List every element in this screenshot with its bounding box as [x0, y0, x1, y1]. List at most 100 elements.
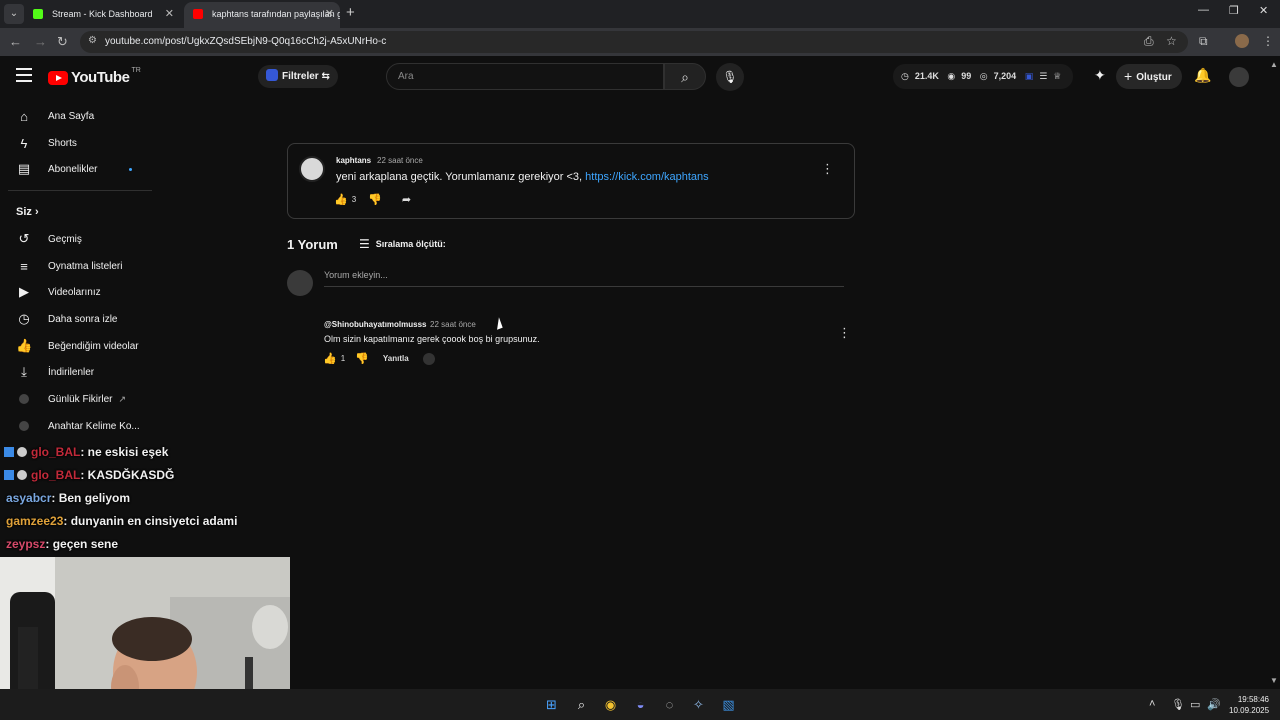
system-clock[interactable]: 19:58:46 10.09.2025: [1229, 694, 1269, 716]
windows-taskbar: ⊞ ⌕ ◉ ◒ ◌ ✧ ▧ ˄ 🎙 ▭ 🔊 19:58:46 10.09.202…: [0, 689, 1280, 720]
site-info-icon[interactable]: ⚙: [88, 35, 97, 46]
microphone-icon: 🎙: [722, 70, 738, 84]
comment-author[interactable]: @Shinobuhayatımolmusss: [324, 320, 426, 329]
bookmark-star-icon[interactable]: ☆: [1166, 34, 1177, 48]
tab-search-button[interactable]: ⌄: [4, 4, 24, 24]
add-comment-input[interactable]: Yorum ekleyin...: [324, 270, 844, 287]
voice-search-button[interactable]: 🎙: [716, 63, 744, 91]
sidebar-item-watch-later[interactable]: ◷ Daha sonra izle: [16, 309, 117, 329]
youtube-logo[interactable]: YouTube TR: [48, 67, 141, 86]
notifications-bell-icon[interactable]: 🔔: [1194, 67, 1211, 84]
post-author[interactable]: kaphtans: [336, 156, 371, 165]
sidebar-item-playlists[interactable]: ≡ Oynatma listeleri: [16, 256, 122, 276]
browser-toolbar: ← → ↻ ⚙ youtube.com/post/UgkxZQsdSEbjN9-…: [0, 28, 1280, 56]
sidebar-item-downloads[interactable]: ⤓ İndirilenler: [16, 362, 94, 382]
browser-menu-icon[interactable]: ⋮: [1262, 34, 1274, 48]
hamburger-menu-icon[interactable]: [16, 68, 32, 86]
creator-heart-icon[interactable]: [422, 352, 435, 365]
search-input[interactable]: Ara: [386, 63, 664, 90]
back-button[interactable]: ←: [9, 34, 22, 49]
channel-stats-widget[interactable]: ◷ 21.4K ◉ 99 ◎ 7,204 ▣ ☰ ♕: [893, 64, 1073, 89]
eye-icon: ◉: [947, 71, 956, 81]
window-close-button[interactable]: ✕: [1259, 4, 1268, 17]
sidebar-item-home[interactable]: ⌂ Ana Sayfa: [16, 106, 94, 126]
kick-favicon-icon: [33, 9, 43, 19]
filters-button[interactable]: Filtreler ⇆: [258, 65, 338, 88]
address-bar[interactable]: ⚙ youtube.com/post/UgkxZQsdSEbjN9-Q0q16c…: [80, 31, 1188, 53]
reply-button[interactable]: Yanıtla: [383, 354, 409, 363]
cast-icon[interactable]: ⎙: [1144, 34, 1154, 49]
photos-icon[interactable]: ▧: [720, 696, 737, 713]
trophy-icon[interactable]: ♕: [1053, 71, 1061, 81]
profile-avatar[interactable]: [1235, 34, 1249, 48]
sidebar-item-your-videos[interactable]: ▶ Videolarınız: [16, 282, 101, 302]
clock-date: 10.09.2025: [1229, 706, 1270, 715]
share-icon[interactable]: ➦: [402, 193, 411, 206]
sidebar-item-shorts[interactable]: ϟ Shorts: [16, 133, 77, 153]
chat-message: glo_BAL: ne eskisi eşek: [4, 445, 168, 459]
search-icon: ⌕: [681, 69, 689, 85]
youtube-play-icon: [48, 70, 68, 85]
sidebar-item-daily-ideas[interactable]: Günlük Fikirler ↗: [16, 389, 126, 409]
create-button[interactable]: + Oluştur: [1116, 64, 1182, 89]
more-actions-icon[interactable]: ⋮: [838, 325, 851, 341]
discord-icon[interactable]: ◒: [632, 696, 649, 713]
shorts-icon: ϟ: [20, 135, 28, 151]
restore-button[interactable]: ❐: [1229, 4, 1239, 17]
volume-icon[interactable]: 🔊: [1207, 698, 1221, 711]
chat-message: asyabcr: Ben geliyom: [6, 491, 131, 505]
kick-badge-icon: [4, 470, 14, 480]
minimize-button[interactable]: —: [1198, 4, 1209, 16]
plus-icon: +: [1124, 68, 1133, 84]
post-timestamp[interactable]: 22 saat önce: [377, 156, 423, 165]
tab-label: kaphtans tarafından paylaşılan gönderi: [212, 9, 340, 19]
extension-icon[interactable]: ▣: [1025, 71, 1034, 81]
account-avatar[interactable]: [1229, 67, 1249, 87]
like-icon[interactable]: 👍: [323, 352, 337, 365]
my-avatar: [287, 270, 313, 296]
badge-icon: [17, 447, 27, 457]
chrome-icon[interactable]: ◉: [602, 696, 619, 713]
dislike-icon[interactable]: 👎: [368, 193, 382, 206]
search-button[interactable]: ⌕: [664, 63, 706, 90]
tab-kick-dashboard[interactable]: Stream - Kick Dashboard ✕: [24, 2, 180, 28]
sidebar-item-history[interactable]: ↺ Geçmiş: [16, 229, 82, 249]
more-actions-icon[interactable]: ⋮: [821, 161, 834, 177]
chat-user: zeypsz: [6, 537, 46, 551]
tab-youtube-post[interactable]: kaphtans tarafından paylaşılan gönderi ✕: [184, 2, 340, 28]
scroll-down-arrow-icon[interactable]: ▼: [1270, 676, 1278, 685]
show-hidden-icons-icon[interactable]: ˄: [1149, 698, 1155, 710]
forward-button[interactable]: →: [34, 34, 47, 49]
comment-actions: 👍 1 👎 Yanıtla: [323, 352, 435, 365]
app-icon[interactable]: ✧: [690, 696, 707, 713]
sidebar-item-keyword-tool[interactable]: Anahtar Kelime Ko...: [16, 416, 140, 436]
new-content-dot: [129, 168, 132, 171]
tab-label: Stream - Kick Dashboard: [52, 9, 153, 19]
new-tab-button[interactable]: +: [346, 4, 355, 21]
scroll-up-arrow-icon[interactable]: ▲: [1270, 60, 1278, 69]
close-icon[interactable]: ✕: [325, 2, 334, 26]
views-icon: ◷: [901, 71, 909, 81]
premium-icon[interactable]: ✦: [1094, 67, 1106, 84]
clock-time: 19:58:46: [1237, 695, 1269, 704]
extensions-icon[interactable]: ⧉: [1199, 34, 1208, 49]
microphone-tray-icon[interactable]: 🎙: [1171, 698, 1185, 711]
list-icon[interactable]: ☰: [1039, 71, 1047, 81]
chat-user: glo_BAL: [31, 445, 81, 459]
network-icon[interactable]: ▭: [1190, 698, 1200, 711]
author-avatar[interactable]: [299, 156, 325, 182]
obs-icon[interactable]: ◌: [661, 696, 678, 713]
sort-button[interactable]: ☰ Sıralama ölçütü:: [359, 237, 446, 251]
sidebar-section-you[interactable]: Siz ›: [16, 206, 39, 218]
kick-badge-icon: [4, 447, 14, 457]
windows-start-icon[interactable]: ⊞: [543, 696, 560, 713]
taskbar-search-icon[interactable]: ⌕: [573, 696, 590, 713]
comment-timestamp[interactable]: 22 saat önce: [430, 320, 476, 329]
dislike-icon[interactable]: 👎: [355, 352, 369, 365]
sidebar-item-subscriptions[interactable]: ▤ Abonelikler: [16, 159, 98, 179]
reload-button[interactable]: ↻: [57, 34, 68, 50]
sidebar-item-liked-videos[interactable]: 👍 Beğendiğim videolar: [16, 336, 139, 356]
close-icon[interactable]: ✕: [165, 2, 174, 26]
like-icon[interactable]: 👍: [334, 193, 348, 206]
post-link[interactable]: https://kick.com/kaphtans: [585, 171, 709, 183]
